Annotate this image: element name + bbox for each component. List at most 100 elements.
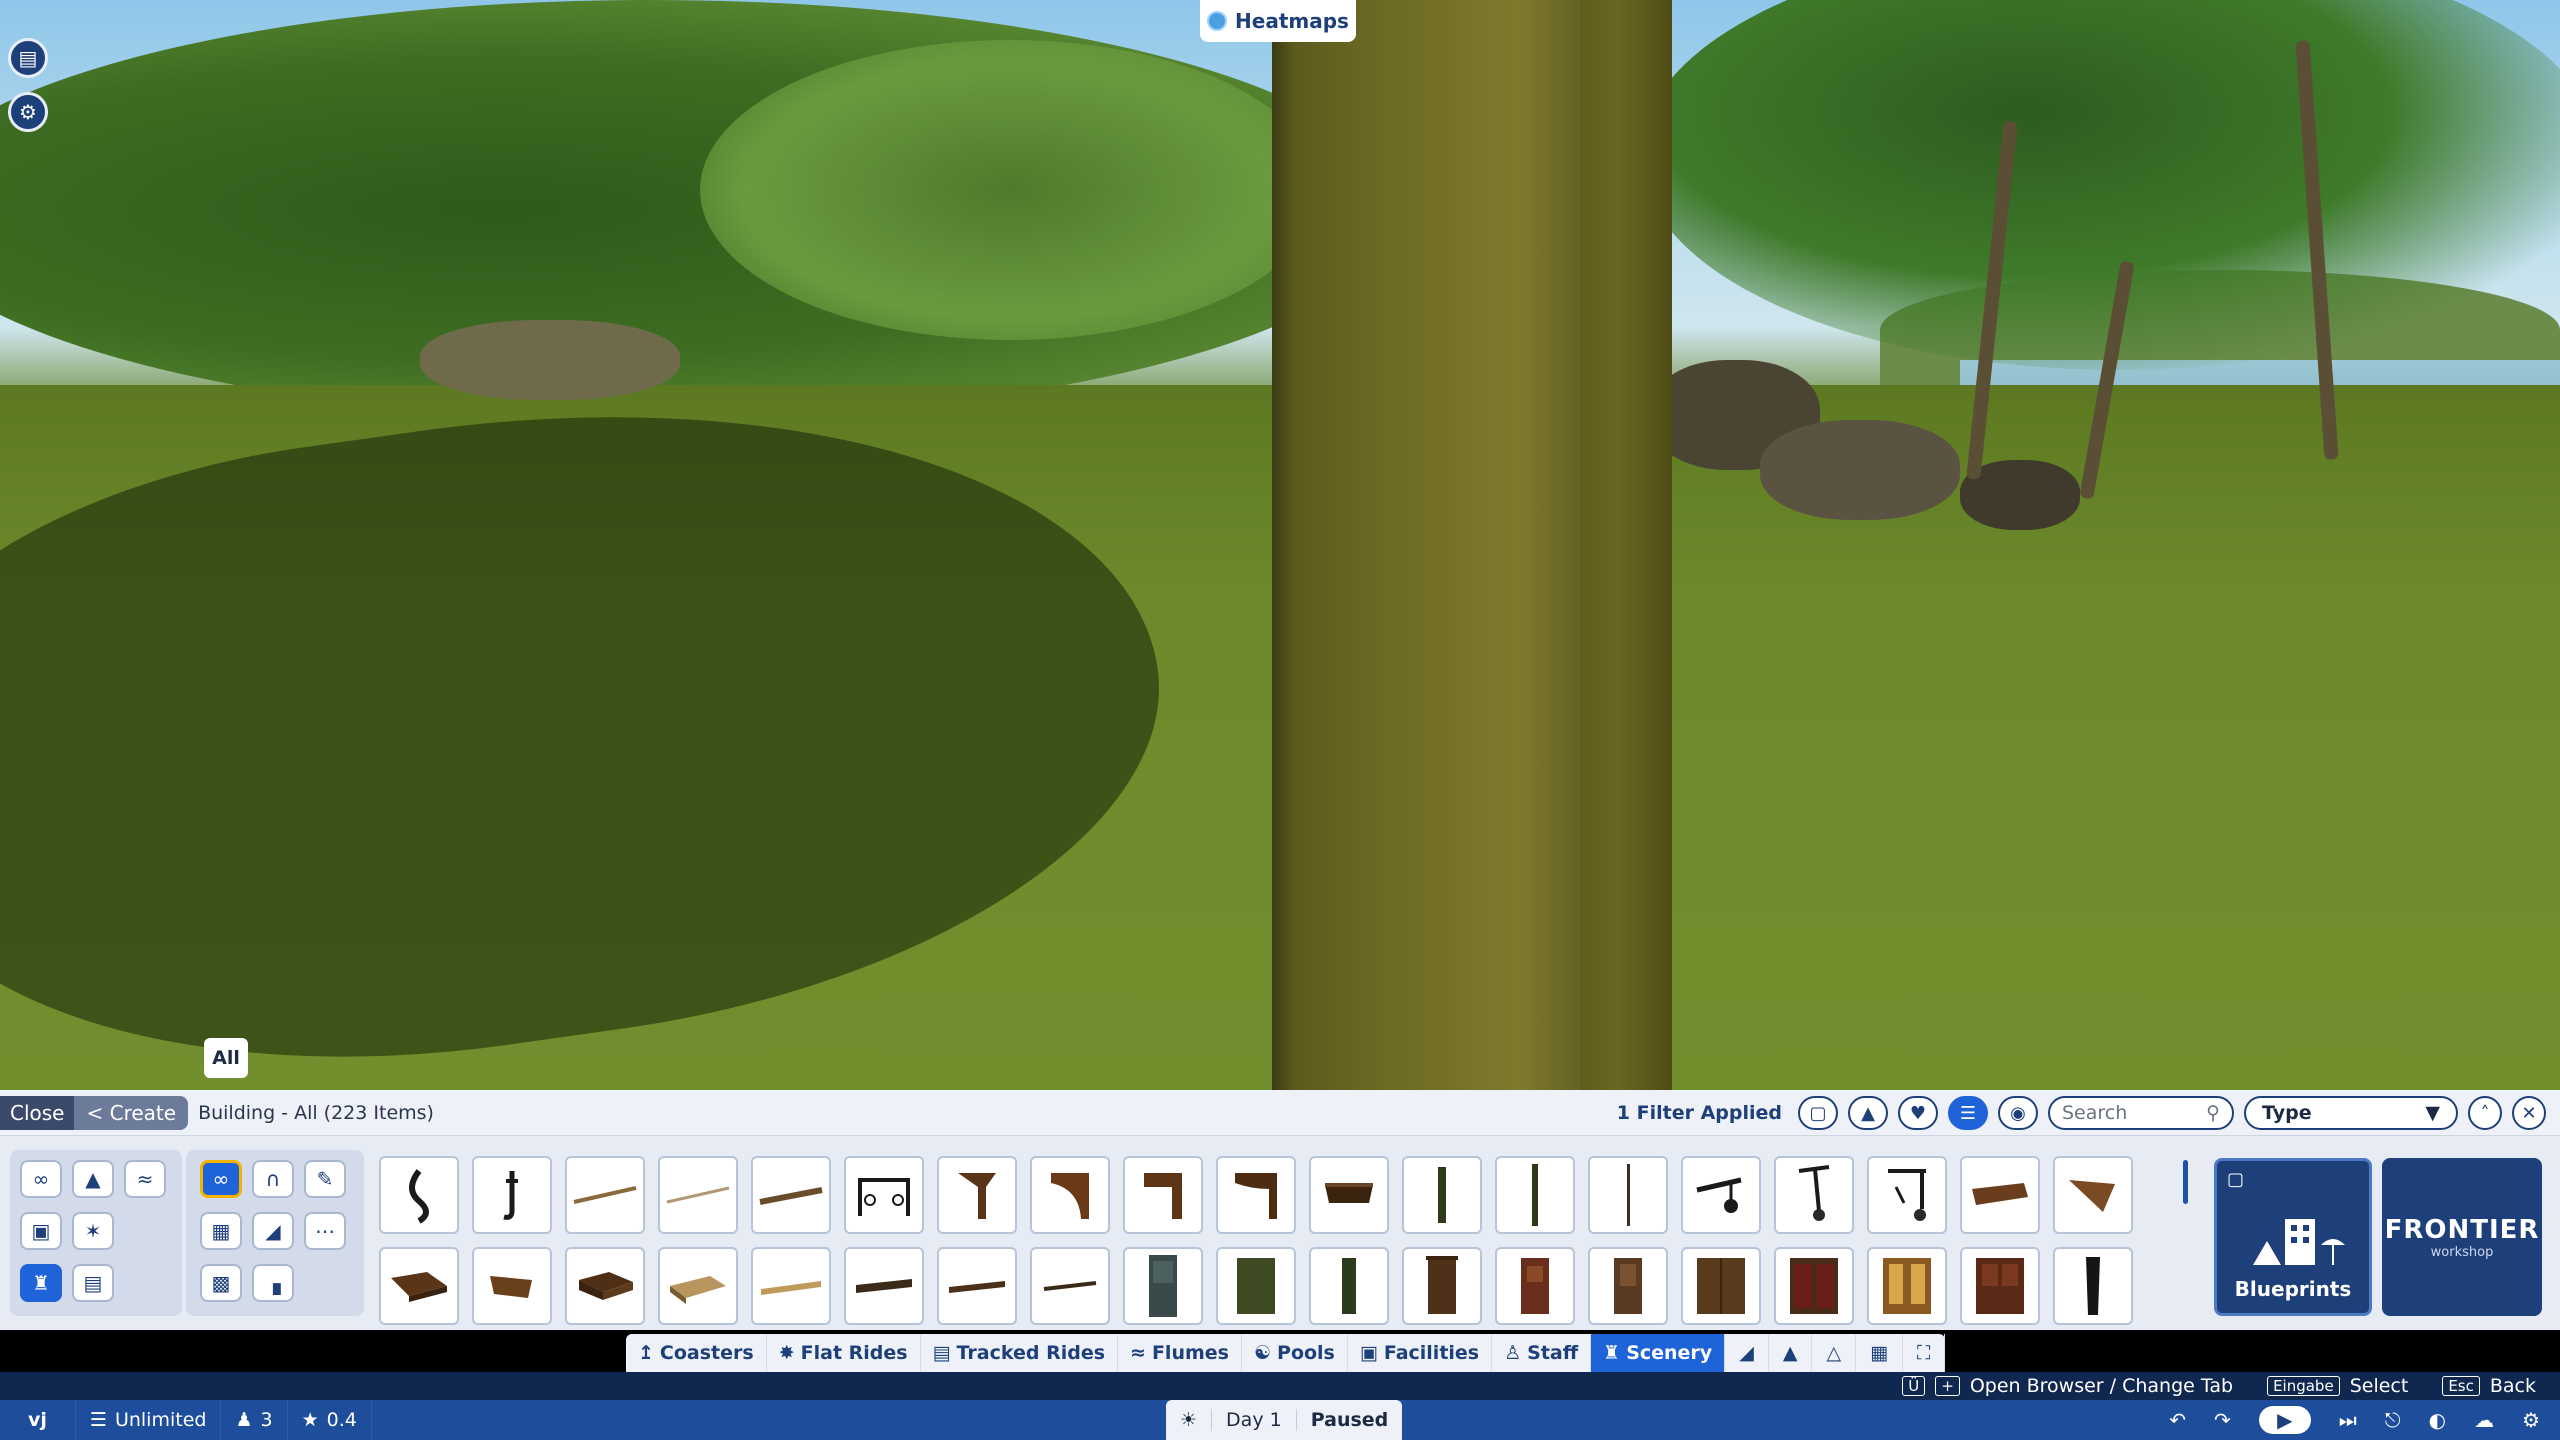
- tab-coasters[interactable]: ↥ Coasters: [626, 1334, 767, 1372]
- frontier-workshop-button[interactable]: FRONTIER workshop: [2382, 1158, 2542, 1316]
- type-dropdown[interactable]: Type ▼: [2244, 1096, 2458, 1130]
- item-bracket-1[interactable]: [937, 1156, 1017, 1234]
- item-wedge-board[interactable]: [2053, 1156, 2133, 1234]
- roofs-icon[interactable]: ◢: [252, 1212, 294, 1250]
- favourites-heart-icon[interactable]: ♥: [1898, 1096, 1938, 1130]
- tab-theme-icon[interactable]: ▦: [1856, 1334, 1904, 1372]
- redo-icon[interactable]: ↷: [2214, 1408, 2231, 1432]
- tab-scenery[interactable]: ♜ Scenery: [1591, 1334, 1726, 1372]
- item-bracket-3[interactable]: [1123, 1156, 1203, 1234]
- effects-icon[interactable]: ✶: [72, 1212, 114, 1250]
- signs-icon[interactable]: ▣: [20, 1212, 62, 1250]
- camera-mode-icon[interactable]: ⎋: [2385, 1408, 2401, 1432]
- item-post-tall[interactable]: [1495, 1156, 1575, 1234]
- fast-forward-icon[interactable]: ⏭: [2339, 1408, 2357, 1432]
- blueprints-button[interactable]: ▢ Blueprints: [2214, 1158, 2372, 1316]
- item-thin-rod[interactable]: [565, 1156, 645, 1234]
- tab-facilities[interactable]: ▣ Facilities: [1348, 1334, 1493, 1372]
- item-shelf-dark[interactable]: [844, 1247, 924, 1325]
- floors-icon[interactable]: ▩: [200, 1264, 242, 1302]
- play-speed-button[interactable]: ▶: [2258, 1406, 2311, 1434]
- item-lamp-arm[interactable]: [1681, 1156, 1761, 1234]
- clipboard-icon[interactable]: ▤: [8, 38, 48, 78]
- water-icon[interactable]: ≈: [124, 1160, 166, 1198]
- item-gate-frame[interactable]: [844, 1156, 924, 1234]
- pillars-icon[interactable]: ▗: [252, 1264, 294, 1302]
- item-panel-green[interactable]: [1216, 1247, 1296, 1325]
- guest-count[interactable]: ♟ 3: [221, 1400, 288, 1440]
- item-list-scrollbar[interactable]: [2183, 1160, 2188, 1204]
- item-wedge-block[interactable]: [472, 1247, 552, 1325]
- item-door-grey[interactable]: [1123, 1247, 1203, 1325]
- item-plank-rod[interactable]: [751, 1156, 831, 1234]
- filter-status[interactable]: 1 Filter Applied: [1617, 1102, 1782, 1124]
- settings-gear-icon[interactable]: ⚙: [2522, 1408, 2540, 1432]
- undo-icon[interactable]: ↶: [2169, 1408, 2186, 1432]
- item-shelf-box[interactable]: [1309, 1156, 1389, 1234]
- weather-icon[interactable]: ☁: [2474, 1408, 2494, 1432]
- trees-icon[interactable]: ▲: [72, 1160, 114, 1198]
- search-input[interactable]: Search ⚲: [2048, 1096, 2234, 1130]
- item-thin-rod-light[interactable]: [658, 1156, 738, 1234]
- money-display[interactable]: ☰ Unlimited: [76, 1400, 222, 1440]
- tab-tracked-rides[interactable]: ▤ Tracked Rides: [921, 1334, 1119, 1372]
- tab-fullscreen-icon[interactable]: ⛶: [1903, 1334, 1946, 1372]
- filter-sliders-icon[interactable]: ☰: [1948, 1096, 1988, 1130]
- game-viewport[interactable]: [0, 0, 2560, 1090]
- item-hanging-lamp[interactable]: [1774, 1156, 1854, 1234]
- item-door-brown[interactable]: [1588, 1247, 1668, 1325]
- item-bracket-4[interactable]: [1216, 1156, 1296, 1234]
- create-back-button[interactable]: < Create: [74, 1095, 189, 1130]
- item-long-plank[interactable]: [751, 1247, 831, 1325]
- item-flat-board[interactable]: [1960, 1156, 2040, 1234]
- building-castle-icon[interactable]: ♜: [20, 1264, 62, 1302]
- globe-icon[interactable]: ◐: [2429, 1408, 2446, 1432]
- close-button[interactable]: Close: [0, 1095, 75, 1130]
- item-beam[interactable]: [937, 1247, 1017, 1325]
- item-double-door-red[interactable]: [1774, 1247, 1854, 1325]
- item-crate-flat[interactable]: [379, 1247, 459, 1325]
- heatmaps-button[interactable]: Heatmaps: [1200, 0, 1356, 42]
- item-bracket-2[interactable]: [1030, 1156, 1110, 1234]
- build-category-tabs: ↥ Coasters ✸ Flat Rides ▤ Tracked Rides ≈ Fl…: [626, 1334, 1946, 1372]
- item-crate-box[interactable]: [565, 1247, 645, 1325]
- bell-icon[interactable]: ⚙: [8, 92, 48, 132]
- close-icon[interactable]: ✕: [2512, 1096, 2546, 1130]
- details-icon[interactable]: ✎: [304, 1160, 346, 1198]
- tab-flumes[interactable]: ≈ Flumes: [1118, 1334, 1242, 1372]
- hide-icon[interactable]: ◉: [1998, 1096, 2038, 1130]
- park-rating[interactable]: ★ 0.4: [288, 1400, 372, 1440]
- blueprint-filter-icon[interactable]: ▢: [1798, 1096, 1838, 1130]
- item-dark-post[interactable]: [2053, 1247, 2133, 1325]
- content-pack-icon[interactable]: ▲: [1848, 1096, 1888, 1130]
- tab-terrain-icon[interactable]: ▲: [1769, 1334, 1813, 1372]
- collapse-chevron-up-icon[interactable]: ˄: [2468, 1096, 2502, 1130]
- item-cabinet[interactable]: [1960, 1247, 2040, 1325]
- tab-mountain-icon[interactable]: △: [1812, 1334, 1857, 1372]
- tab-staff[interactable]: ♙ Staff: [1492, 1334, 1592, 1372]
- user-badge[interactable]: vj: [0, 1400, 76, 1440]
- item-door-red[interactable]: [1495, 1247, 1575, 1325]
- item-pole-thin[interactable]: [1588, 1156, 1668, 1234]
- building-all-infinity-icon[interactable]: ∞: [200, 1160, 242, 1198]
- tab-pools[interactable]: ☯ Pools: [1242, 1334, 1348, 1372]
- item-beam-thin[interactable]: [1030, 1247, 1110, 1325]
- item-chain-link[interactable]: [379, 1156, 459, 1234]
- item-post-block[interactable]: [1309, 1247, 1389, 1325]
- item-tray[interactable]: [658, 1247, 738, 1325]
- more-icon[interactable]: ⋯: [304, 1212, 346, 1250]
- furniture-icon[interactable]: ▤: [72, 1264, 114, 1302]
- facility-icon: ▣: [1359, 1342, 1378, 1364]
- status-bar: vj ☰ Unlimited ♟ 3 ★ 0.4 ☀ Day 1 Paused ↶ ↷…: [0, 1400, 2560, 1440]
- item-post-slim[interactable]: [1402, 1156, 1482, 1234]
- item-hook[interactable]: [472, 1156, 552, 1234]
- walls-icon[interactable]: ▦: [200, 1212, 242, 1250]
- item-hanging-lamp-2[interactable]: [1867, 1156, 1947, 1234]
- tab-paths-icon[interactable]: ◢: [1725, 1334, 1769, 1372]
- tab-flat-rides[interactable]: ✸ Flat Rides: [767, 1334, 921, 1372]
- all-categories-infinity-icon[interactable]: ∞: [20, 1160, 62, 1198]
- doors-icon[interactable]: ∩: [252, 1160, 294, 1198]
- item-double-door[interactable]: [1681, 1247, 1761, 1325]
- item-window-door[interactable]: [1867, 1247, 1947, 1325]
- item-door-wood[interactable]: [1402, 1247, 1482, 1325]
